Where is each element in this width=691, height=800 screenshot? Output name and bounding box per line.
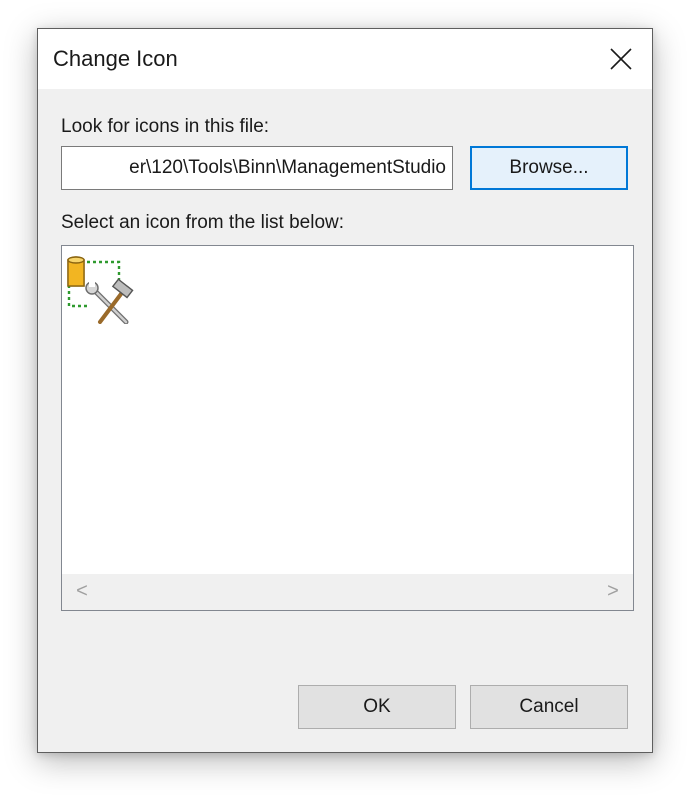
scroll-right-arrow-icon[interactable]: > bbox=[595, 574, 631, 610]
icon-file-path-input[interactable]: er\120\Tools\Binn\ManagementStudio bbox=[61, 146, 453, 190]
icon-list-label: Select an icon from the list below: bbox=[61, 212, 345, 233]
file-label: Look for icons in this file: bbox=[61, 116, 270, 137]
dialog-title: Change Icon bbox=[53, 46, 178, 71]
close-icon bbox=[610, 48, 632, 70]
icon-list[interactable]: < > bbox=[61, 245, 634, 611]
database-tools-icon[interactable] bbox=[66, 252, 136, 325]
close-button[interactable] bbox=[588, 29, 652, 89]
scroll-left-arrow-icon[interactable]: < bbox=[64, 574, 100, 610]
cancel-button[interactable]: Cancel bbox=[470, 685, 628, 729]
ok-button[interactable]: OK bbox=[298, 685, 456, 729]
title-bar: Change Icon bbox=[38, 29, 652, 89]
browse-button[interactable]: Browse... bbox=[470, 146, 628, 190]
change-icon-dialog: Change Icon Look for icons in this file:… bbox=[37, 28, 653, 753]
horizontal-scrollbar[interactable]: < > bbox=[62, 574, 633, 610]
